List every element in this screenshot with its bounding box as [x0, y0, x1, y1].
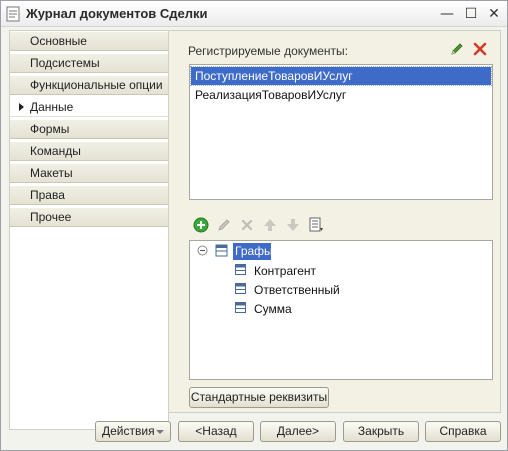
minimize-button[interactable]: — — [437, 4, 457, 24]
collapse-icon[interactable] — [197, 245, 208, 256]
actions-dropdown[interactable]: Действия — [95, 421, 171, 442]
standard-attributes-button[interactable]: Стандартные реквизиты — [189, 387, 329, 408]
app-icon — [6, 6, 20, 22]
sidebar-item-label: Формы — [30, 122, 70, 136]
list-item[interactable]: ПоступлениеТоваровИУслуг — [190, 66, 492, 86]
sidebar-item-label: Прочее — [30, 210, 72, 224]
sidebar-item-templates[interactable]: Макеты — [10, 163, 168, 183]
title-bar: Журнал документов Сделки — ☐ ✕ — [1, 1, 507, 27]
edit-icon[interactable] — [216, 217, 232, 233]
attribute-icon — [235, 283, 246, 294]
table-icon — [215, 244, 228, 257]
sidebar-item-functional-options[interactable]: Функциональные опции — [10, 75, 168, 95]
help-button[interactable]: Справка — [425, 421, 501, 442]
list-icon[interactable] — [308, 217, 324, 233]
edit-icon[interactable] — [449, 41, 465, 57]
back-button[interactable]: <Назад — [178, 421, 254, 442]
sidebar-item-label: Основные — [30, 34, 87, 48]
attribute-icon — [235, 264, 246, 275]
delete-icon[interactable] — [472, 41, 488, 57]
sidebar-item-commands[interactable]: Команды — [10, 141, 168, 161]
add-icon[interactable] — [193, 217, 209, 233]
active-arrow-icon — [19, 103, 24, 111]
registered-documents-label: Регистрируемые документы: — [188, 44, 348, 58]
close-window-button[interactable]: ✕ — [484, 4, 504, 24]
sidebar-item-label: Данные — [30, 100, 74, 114]
sidebar-item-label: Макеты — [30, 166, 73, 180]
delete-icon[interactable] — [239, 217, 255, 233]
window-title: Журнал документов Сделки — [26, 6, 208, 21]
tree-item[interactable]: Контрагент — [254, 264, 316, 278]
sidebar-item-other[interactable]: Прочее — [10, 207, 168, 227]
document-journal-window: Журнал документов Сделки — ☐ ✕ Основные … — [0, 0, 508, 451]
actions-label: Действия — [102, 424, 155, 438]
sidebar-item-main[interactable]: Основные — [10, 31, 168, 51]
move-down-icon[interactable] — [285, 217, 301, 233]
sidebar-item-forms[interactable]: Формы — [10, 119, 168, 139]
tree-item[interactable]: Ответственный — [254, 283, 340, 297]
chevron-down-icon — [156, 430, 164, 434]
sidebar-item-label: Подсистемы — [30, 56, 100, 70]
tree-root-item[interactable]: Графы — [233, 243, 273, 260]
close-button[interactable]: Закрыть — [343, 421, 419, 442]
registered-documents-list[interactable]: ПоступлениеТоваровИУслуг РеализацияТовар… — [189, 64, 493, 200]
list-item[interactable]: РеализацияТоваровИУслуг — [191, 86, 491, 104]
sidebar-item-label: Права — [30, 188, 65, 202]
move-up-icon[interactable] — [262, 217, 278, 233]
sidebar-item-label: Команды — [30, 144, 81, 158]
next-button[interactable]: Далее> — [260, 421, 336, 442]
attribute-icon — [235, 302, 246, 313]
sidebar-item-rights[interactable]: Права — [10, 185, 168, 205]
tree-item[interactable]: Сумма — [254, 302, 292, 316]
sidebar-item-label: Функциональные опции — [30, 78, 163, 92]
maximize-button[interactable]: ☐ — [461, 4, 481, 24]
sidebar-item-subsystems[interactable]: Подсистемы — [10, 53, 168, 73]
sidebar-item-data[interactable]: Данные — [10, 97, 168, 117]
